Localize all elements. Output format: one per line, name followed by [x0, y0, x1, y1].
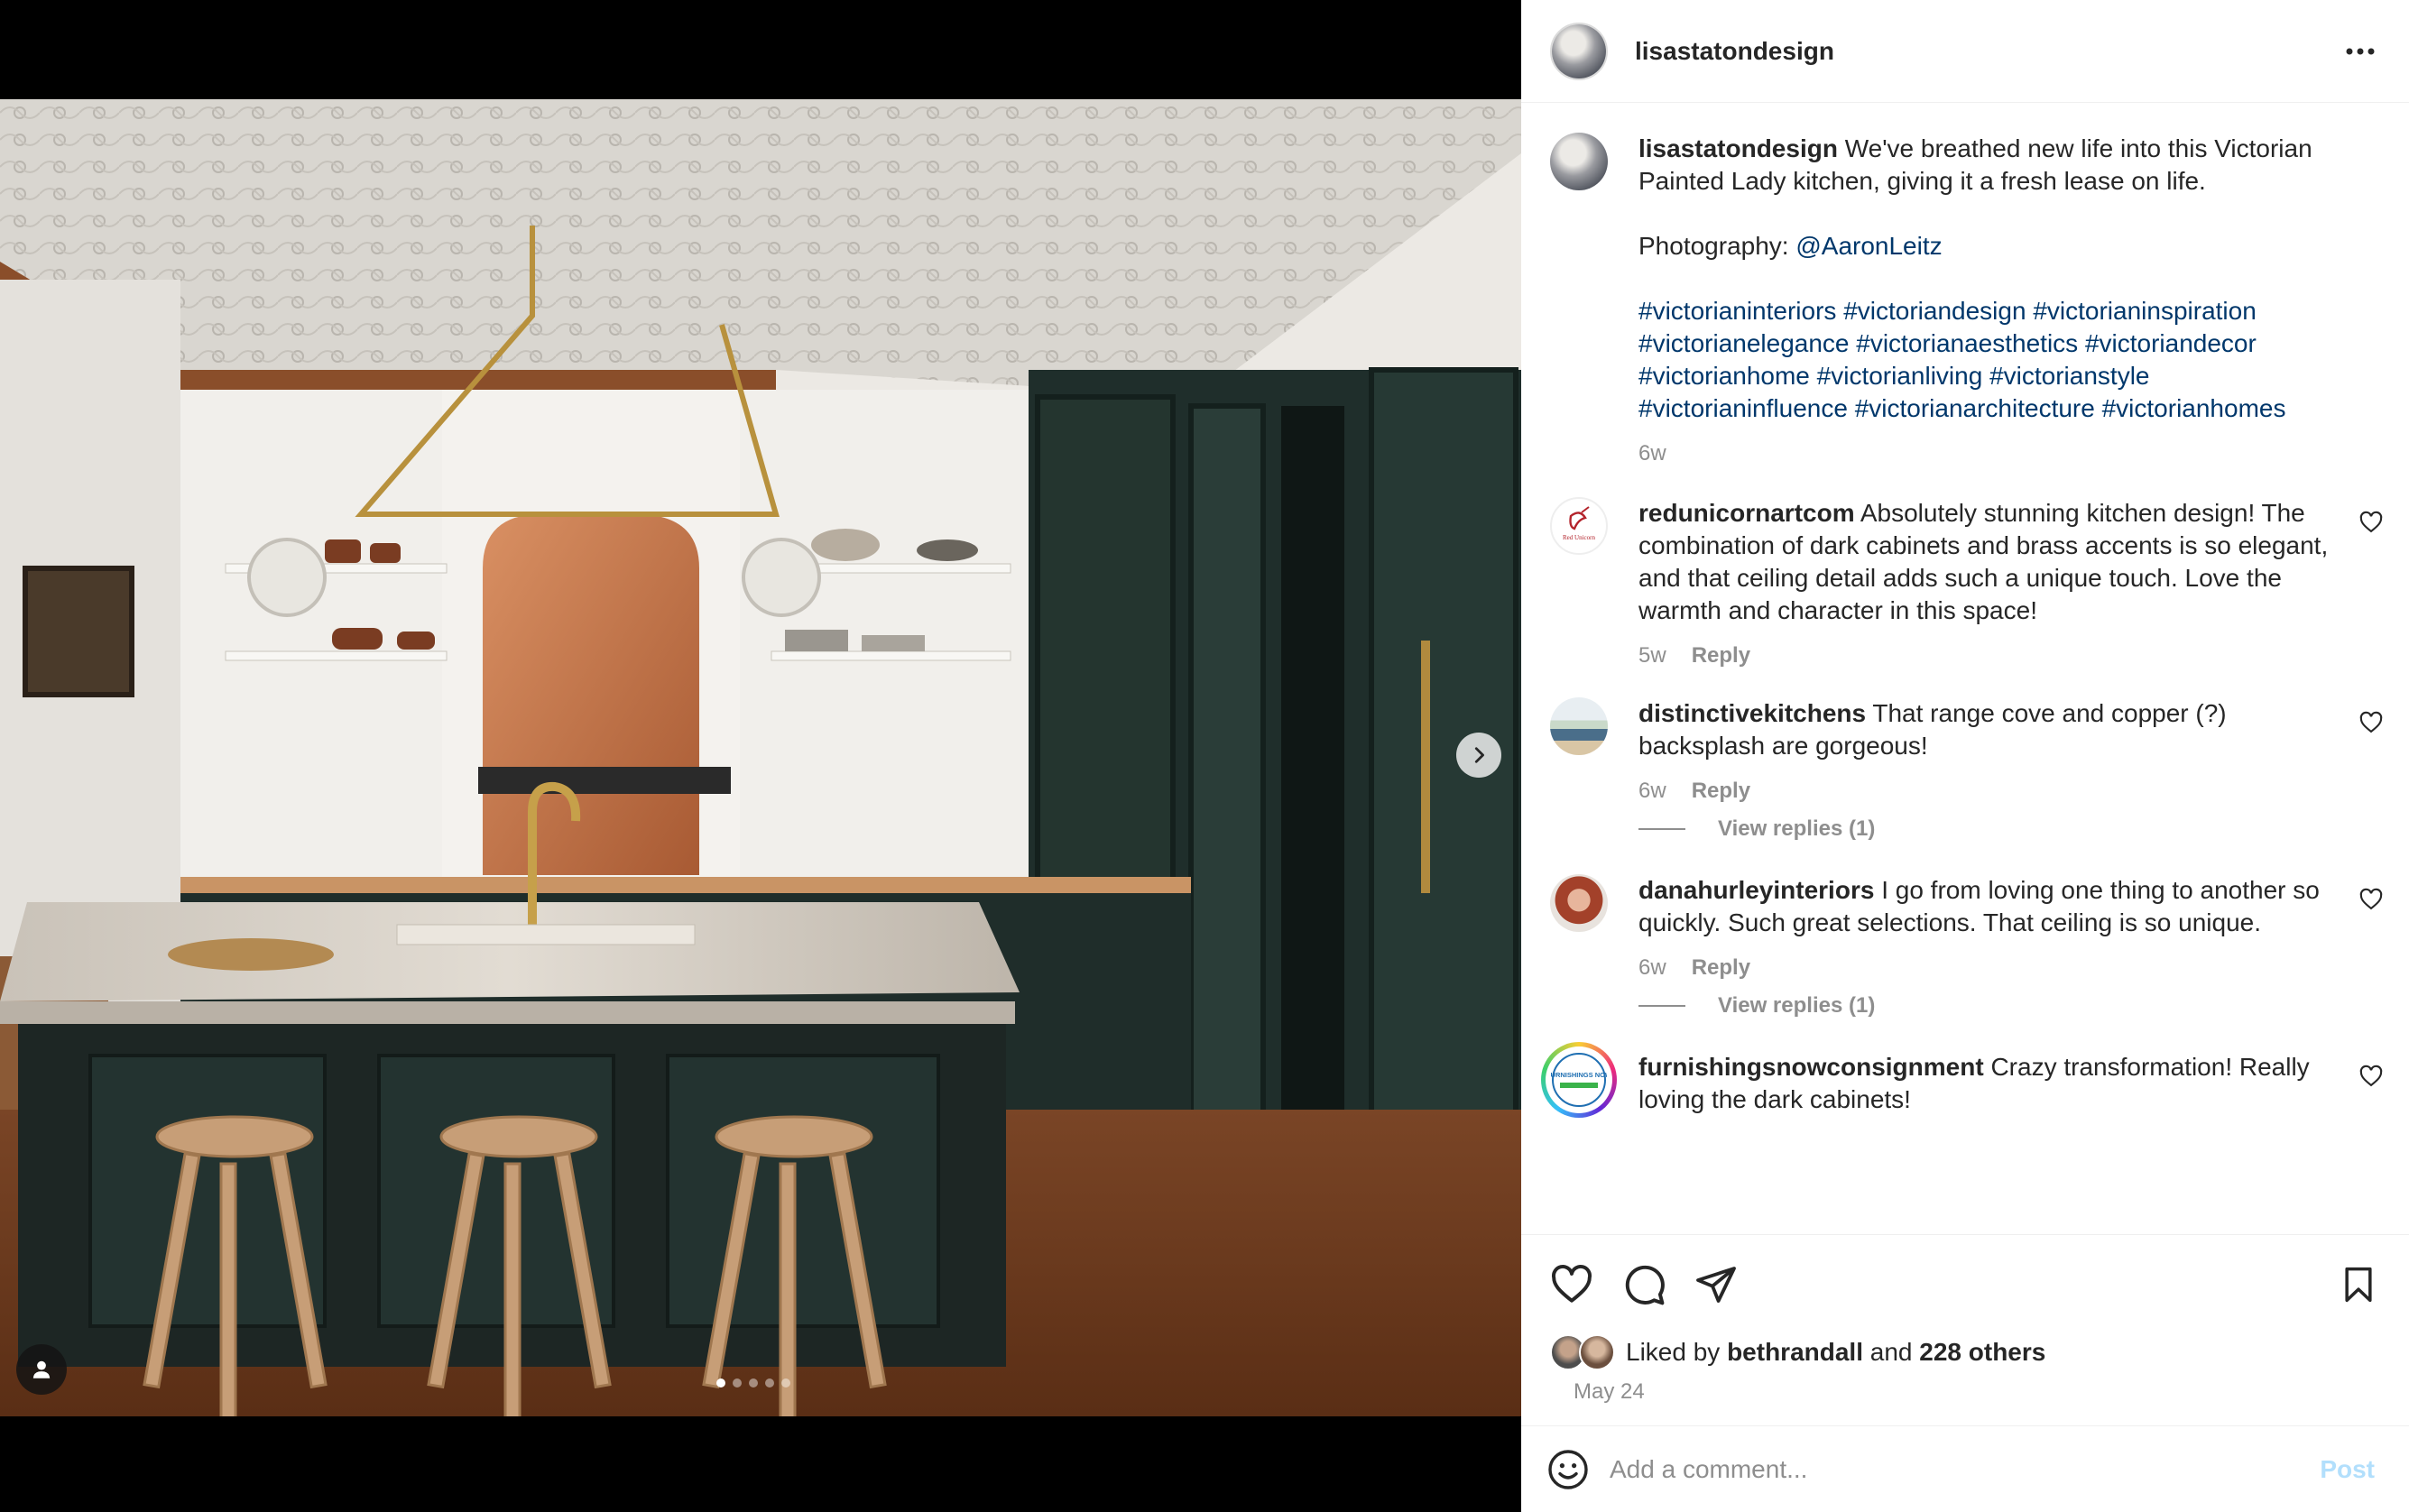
heart-icon — [1552, 1265, 1592, 1303]
reply-button[interactable]: Reply — [1692, 952, 1750, 984]
smiley-icon — [1548, 1449, 1588, 1489]
avatar — [1579, 1334, 1615, 1370]
photographer-mention[interactable]: @AaronLeitz — [1795, 232, 1942, 260]
carousel-dot — [781, 1378, 790, 1388]
comment-item: Red Unicorn redunicornartcom Absolutely … — [1550, 497, 2384, 672]
tagged-users-button[interactable] — [16, 1344, 67, 1395]
liked-by-joiner: and — [1869, 1338, 1913, 1366]
like-comment-heart-icon[interactable] — [2358, 1064, 2384, 1089]
post-date[interactable]: May 24 — [1543, 1379, 2387, 1405]
media-pane — [0, 0, 1521, 1512]
like-comment-heart-icon[interactable] — [2358, 510, 2384, 535]
comment-username[interactable]: furnishingsnowconsignment — [1638, 1053, 1984, 1081]
commenter-avatar[interactable]: FURNISHINGS NOW — [1541, 1042, 1617, 1118]
comment-button[interactable] — [1615, 1256, 1673, 1314]
post-header: lisastatondesign — [1521, 0, 2409, 103]
comment-item: danahurleyinteriors I go from loving one… — [1550, 874, 2384, 984]
comment-item: FURNISHINGS NOW furnishingsnowconsignmen… — [1546, 1046, 2384, 1118]
add-comment-bar: Post — [1521, 1425, 2409, 1512]
save-button[interactable] — [2330, 1256, 2387, 1314]
post-panel: lisastatondesign lisastatondesign We've … — [1521, 0, 2409, 1512]
comment-time: 6w — [1638, 955, 1666, 980]
bookmark-icon — [2345, 1267, 2372, 1303]
view-replies-label: View replies (1) — [1718, 993, 1876, 1018]
post-photo[interactable] — [0, 99, 1521, 1416]
carousel-dot — [749, 1378, 758, 1388]
comments-list[interactable]: lisastatondesign We've breathed new life… — [1521, 104, 2409, 1234]
carousel-dot — [716, 1378, 725, 1388]
author-username[interactable]: lisastatondesign — [1635, 37, 1834, 66]
carousel-indicator — [716, 1378, 790, 1388]
liker-avatars — [1550, 1334, 1619, 1370]
comment-time: 5w — [1638, 643, 1666, 668]
commenter-avatar[interactable] — [1550, 697, 1608, 755]
more-horizontal-icon — [2346, 48, 2375, 54]
comment-username[interactable]: danahurleyinteriors — [1638, 876, 1874, 904]
reply-button[interactable]: Reply — [1692, 640, 1750, 672]
emoji-button[interactable] — [1543, 1444, 1593, 1495]
more-options-button[interactable] — [2340, 32, 2380, 71]
view-replies-button[interactable]: View replies (1) — [1638, 993, 2384, 1019]
svg-text:Red Unicorn: Red Unicorn — [1563, 534, 1595, 541]
carousel-dot — [765, 1378, 774, 1388]
caption: lisastatondesign We've breathed new life… — [1550, 133, 2384, 470]
liked-by-prefix: Liked by — [1626, 1338, 1721, 1366]
comment-input[interactable] — [1610, 1454, 2321, 1484]
share-button[interactable] — [1687, 1256, 1745, 1314]
like-button[interactable] — [1543, 1256, 1601, 1314]
caption-hashtags[interactable]: #victorianinteriors #victoriandesign #vi… — [1638, 295, 2342, 425]
kitchen-photo-illustration — [0, 99, 1521, 1416]
post-actions: Liked by bethrandall and 228 others May … — [1521, 1234, 2409, 1425]
paper-plane-icon — [1696, 1267, 1736, 1303]
first-liker-link[interactable]: bethrandall — [1727, 1338, 1863, 1367]
comment-bubble-icon — [1625, 1265, 1665, 1305]
comment-item: distinctivekitchens That range cove and … — [1550, 697, 2384, 807]
red-unicorn-logo: Red Unicorn — [1563, 506, 1595, 541]
photography-label: Photography: — [1638, 232, 1796, 260]
reply-button[interactable]: Reply — [1692, 775, 1750, 807]
caption-avatar[interactable] — [1550, 133, 1608, 190]
svg-text:FURNISHINGS NOW: FURNISHINGS NOW — [1551, 1071, 1607, 1079]
next-photo-button[interactable] — [1456, 733, 1501, 778]
comment-username[interactable]: redunicornartcom — [1638, 499, 1855, 527]
chevron-right-icon — [1474, 747, 1484, 763]
like-comment-heart-icon[interactable] — [2358, 887, 2384, 912]
commenter-avatar[interactable]: Red Unicorn — [1550, 497, 1608, 555]
like-comment-heart-icon[interactable] — [2358, 710, 2384, 735]
view-replies-button[interactable]: View replies (1) — [1638, 816, 2384, 842]
caption-username[interactable]: lisastatondesign — [1638, 134, 1838, 162]
other-likers-link[interactable]: 228 others — [1919, 1338, 2045, 1367]
commenter-avatar[interactable] — [1550, 874, 1608, 932]
user-tag-icon — [32, 1360, 51, 1378]
post-comment-button[interactable]: Post — [2320, 1455, 2387, 1484]
carousel-dot — [733, 1378, 742, 1388]
caption-time: 6w — [1638, 441, 1666, 466]
furnishings-now-logo: FURNISHINGS NOW — [1551, 1053, 1607, 1107]
comment-username[interactable]: distinctivekitchens — [1638, 699, 1866, 727]
comment-time: 6w — [1638, 779, 1666, 803]
author-avatar[interactable] — [1550, 22, 1608, 80]
likes-summary: Liked by bethrandall and 228 others — [1543, 1334, 2387, 1370]
view-replies-label: View replies (1) — [1718, 816, 1876, 841]
